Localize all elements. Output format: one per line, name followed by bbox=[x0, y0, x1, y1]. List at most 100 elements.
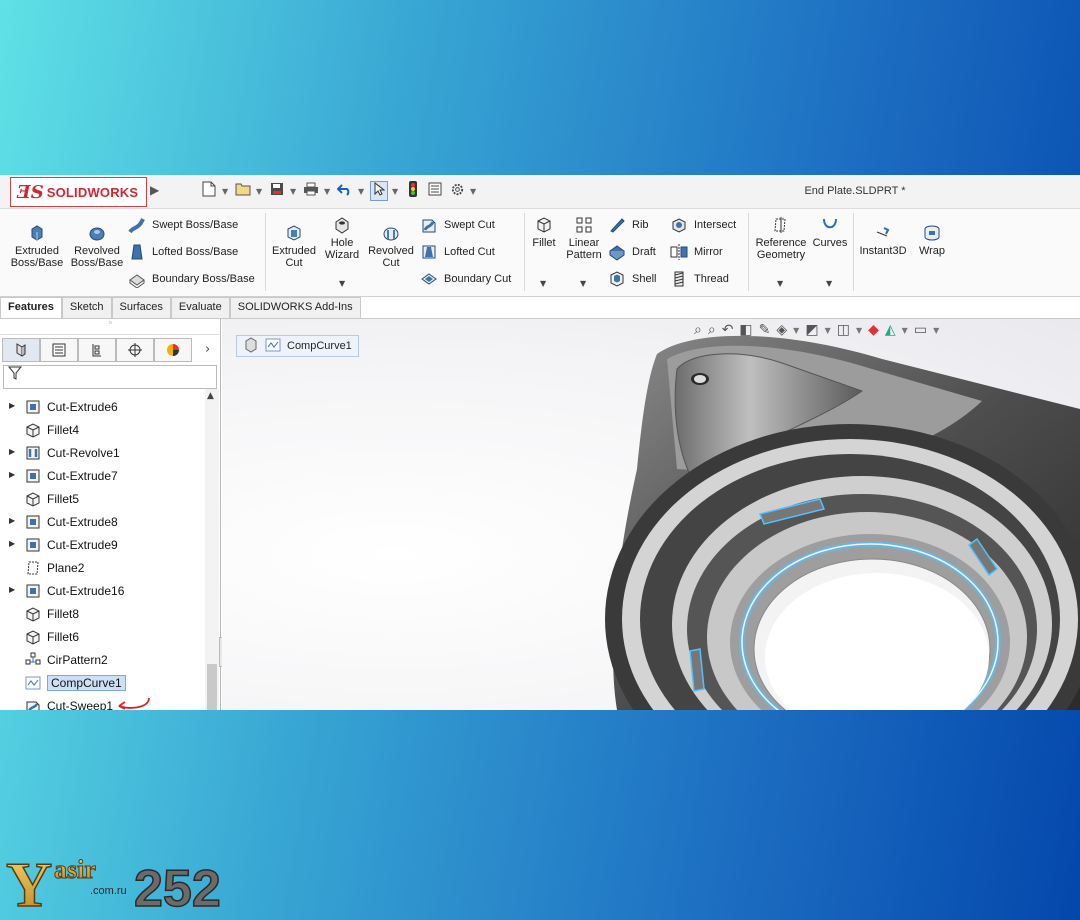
revolved-boss-label: Revolved Boss/Base bbox=[70, 245, 124, 269]
fillet-button[interactable]: Fillet bbox=[528, 215, 560, 249]
tree-item[interactable]: ▶ Cut-Revolve1 bbox=[0, 441, 205, 464]
chevron-down-icon[interactable]: ▼ bbox=[324, 187, 332, 196]
chevron-down-icon[interactable]: ▼ bbox=[339, 279, 345, 288]
revolved-boss-button[interactable]: Revolved Boss/Base bbox=[70, 223, 124, 269]
expand-arrow-icon[interactable]: ▶ bbox=[9, 585, 15, 594]
solidworks-logo[interactable]: ƎS SOLIDWORKS bbox=[10, 177, 147, 207]
rib-icon bbox=[608, 216, 626, 234]
shell-button[interactable]: Shell bbox=[608, 270, 656, 288]
intersect-icon bbox=[670, 216, 688, 234]
tree-item[interactable]: ▶ Cut-Extrude8 bbox=[0, 510, 205, 533]
tree-item[interactable]: CompCurve1 bbox=[0, 671, 205, 694]
print-icon[interactable] bbox=[302, 182, 320, 200]
open-icon[interactable] bbox=[234, 182, 252, 200]
file-properties-icon[interactable] bbox=[426, 182, 444, 200]
expand-arrow-icon[interactable]: ▶ bbox=[9, 401, 15, 410]
expand-arrow-icon[interactable]: ▶ bbox=[9, 516, 15, 525]
chevron-down-icon[interactable]: ▼ bbox=[777, 279, 783, 288]
configuration-manager-tab-icon[interactable] bbox=[78, 338, 116, 362]
menu-expand-arrow-icon[interactable]: ▶ bbox=[150, 183, 166, 201]
thread-button[interactable]: Thread bbox=[670, 270, 729, 288]
tab-sketch[interactable]: Sketch bbox=[61, 297, 112, 319]
tab-evaluate[interactable]: Evaluate bbox=[170, 297, 230, 319]
title-bar: ƎS SOLIDWORKS ▶ ▼ ▼ ▼ ▼ ▼ ▼ ▼ End Plate.… bbox=[0, 175, 1080, 209]
reference-geometry-button[interactable]: Reference Geometry bbox=[754, 215, 808, 261]
extruded-cut-button[interactable]: Extruded Cut bbox=[270, 223, 318, 269]
revolved-cut-button[interactable]: Revolved Cut bbox=[367, 223, 415, 269]
rebuild-icon[interactable] bbox=[404, 181, 422, 201]
graphics-area[interactable]: ⌕ ⌕ ↶ ◧ ✎ ◈ ▼ ◩ ▼ ◫ ▼ ◆ ◭ ▼ ▭ ▼ CompCurve1 bbox=[222, 319, 1080, 710]
scrollbar-thumb[interactable] bbox=[207, 664, 217, 710]
mirror-button[interactable]: Mirror bbox=[670, 243, 723, 261]
boundary-boss-button[interactable]: Boundary Boss/Base bbox=[128, 270, 255, 288]
lofted-boss-button[interactable]: Lofted Boss/Base bbox=[128, 243, 238, 261]
cut-sweep-icon bbox=[24, 697, 42, 710]
chevron-down-icon[interactable]: ▼ bbox=[392, 187, 400, 196]
tab-surfaces[interactable]: Surfaces bbox=[111, 297, 171, 319]
panel-grip[interactable]: ◦ bbox=[0, 319, 221, 335]
tree-item[interactable]: ▶ Cut-Extrude16 bbox=[0, 579, 205, 602]
new-document-icon[interactable] bbox=[200, 181, 218, 201]
chevron-down-icon[interactable]: ▼ bbox=[222, 187, 230, 196]
lofted-cut-button[interactable]: Lofted Cut bbox=[420, 243, 495, 261]
undo-icon[interactable] bbox=[336, 182, 354, 200]
chevron-down-icon[interactable]: ▼ bbox=[826, 279, 832, 288]
tree-item[interactable]: ▶ Cut-Extrude6 bbox=[0, 395, 205, 418]
select-icon[interactable] bbox=[370, 181, 388, 201]
svg-text:.com.ru: .com.ru bbox=[90, 885, 127, 897]
display-manager-tab-icon[interactable] bbox=[154, 338, 192, 362]
tree-item[interactable]: Plane2 bbox=[0, 556, 205, 579]
wrap-button[interactable]: Wrap bbox=[914, 223, 950, 257]
swept-cut-button[interactable]: Swept Cut bbox=[420, 216, 495, 234]
tree-item[interactable]: ▶ Cut-Extrude7 bbox=[0, 464, 205, 487]
chevron-down-icon[interactable]: ▼ bbox=[358, 187, 366, 196]
intersect-button[interactable]: Intersect bbox=[670, 216, 736, 234]
chevron-down-icon[interactable]: ▼ bbox=[580, 279, 586, 288]
expand-arrow-icon[interactable]: ▶ bbox=[9, 470, 15, 479]
tree-item[interactable]: Cut-Sweep1 bbox=[0, 694, 205, 710]
chevron-down-icon[interactable]: ▼ bbox=[470, 187, 478, 196]
boundary-cut-label: Boundary Cut bbox=[444, 273, 512, 285]
chevron-down-icon[interactable]: ▼ bbox=[290, 187, 298, 196]
options-gear-icon[interactable] bbox=[448, 182, 466, 201]
manager-tabs bbox=[2, 338, 192, 362]
expand-arrow-icon[interactable]: ▶ bbox=[9, 539, 15, 548]
curves-button[interactable]: Curves bbox=[812, 215, 848, 249]
tree-item[interactable]: Fillet6 bbox=[0, 625, 205, 648]
tree-item[interactable]: Fillet5 bbox=[0, 487, 205, 510]
tree-scrollbar[interactable]: ▲ bbox=[205, 389, 219, 710]
tree-item-label: Cut-Sweep1 bbox=[47, 698, 114, 711]
tab-features[interactable]: Features bbox=[0, 297, 62, 319]
thread-label: Thread bbox=[694, 273, 729, 285]
expand-arrow-icon[interactable]: ▶ bbox=[9, 447, 15, 456]
extruded-cut-icon bbox=[284, 223, 304, 243]
rib-button[interactable]: Rib bbox=[608, 216, 649, 234]
hole-wizard-label: Hole Wizard bbox=[324, 237, 360, 261]
chevron-right-icon[interactable]: › bbox=[205, 342, 210, 357]
extruded-boss-button[interactable]: Extruded Boss/Base bbox=[10, 223, 64, 269]
draft-button[interactable]: Draft bbox=[608, 243, 656, 261]
tree-item[interactable]: CirPattern2 bbox=[0, 648, 205, 671]
feature-manager-tab-icon[interactable] bbox=[2, 338, 40, 362]
tree-item[interactable]: Fillet8 bbox=[0, 602, 205, 625]
boundary-cut-button[interactable]: Boundary Cut bbox=[420, 270, 511, 288]
watermark-logo: Y asir .com.ru 252 bbox=[5, 844, 241, 920]
model-render[interactable] bbox=[222, 319, 1080, 710]
chevron-down-icon[interactable]: ▼ bbox=[540, 279, 546, 288]
swept-boss-button[interactable]: Swept Boss/Base bbox=[128, 216, 238, 234]
hole-wizard-button[interactable]: Hole Wizard bbox=[320, 215, 364, 261]
lofted-cut-icon bbox=[420, 243, 438, 261]
linear-pattern-button[interactable]: Linear Pattern bbox=[563, 215, 605, 261]
chevron-down-icon[interactable]: ▼ bbox=[256, 187, 264, 196]
save-icon[interactable] bbox=[268, 182, 286, 200]
tree-item[interactable]: Fillet4 bbox=[0, 418, 205, 441]
scroll-up-icon[interactable]: ▲ bbox=[207, 391, 214, 401]
dimxpert-manager-tab-icon[interactable] bbox=[116, 338, 154, 362]
property-manager-tab-icon[interactable] bbox=[40, 338, 78, 362]
tab-addins[interactable]: SOLIDWORKS Add-Ins bbox=[229, 297, 361, 319]
filter-field[interactable] bbox=[3, 365, 217, 389]
lofted-boss-label: Lofted Boss/Base bbox=[152, 246, 239, 258]
instant3d-button[interactable]: Instant3D bbox=[857, 223, 909, 257]
reference-geometry-label: Reference Geometry bbox=[755, 237, 807, 261]
tree-item[interactable]: ▶ Cut-Extrude9 bbox=[0, 533, 205, 556]
